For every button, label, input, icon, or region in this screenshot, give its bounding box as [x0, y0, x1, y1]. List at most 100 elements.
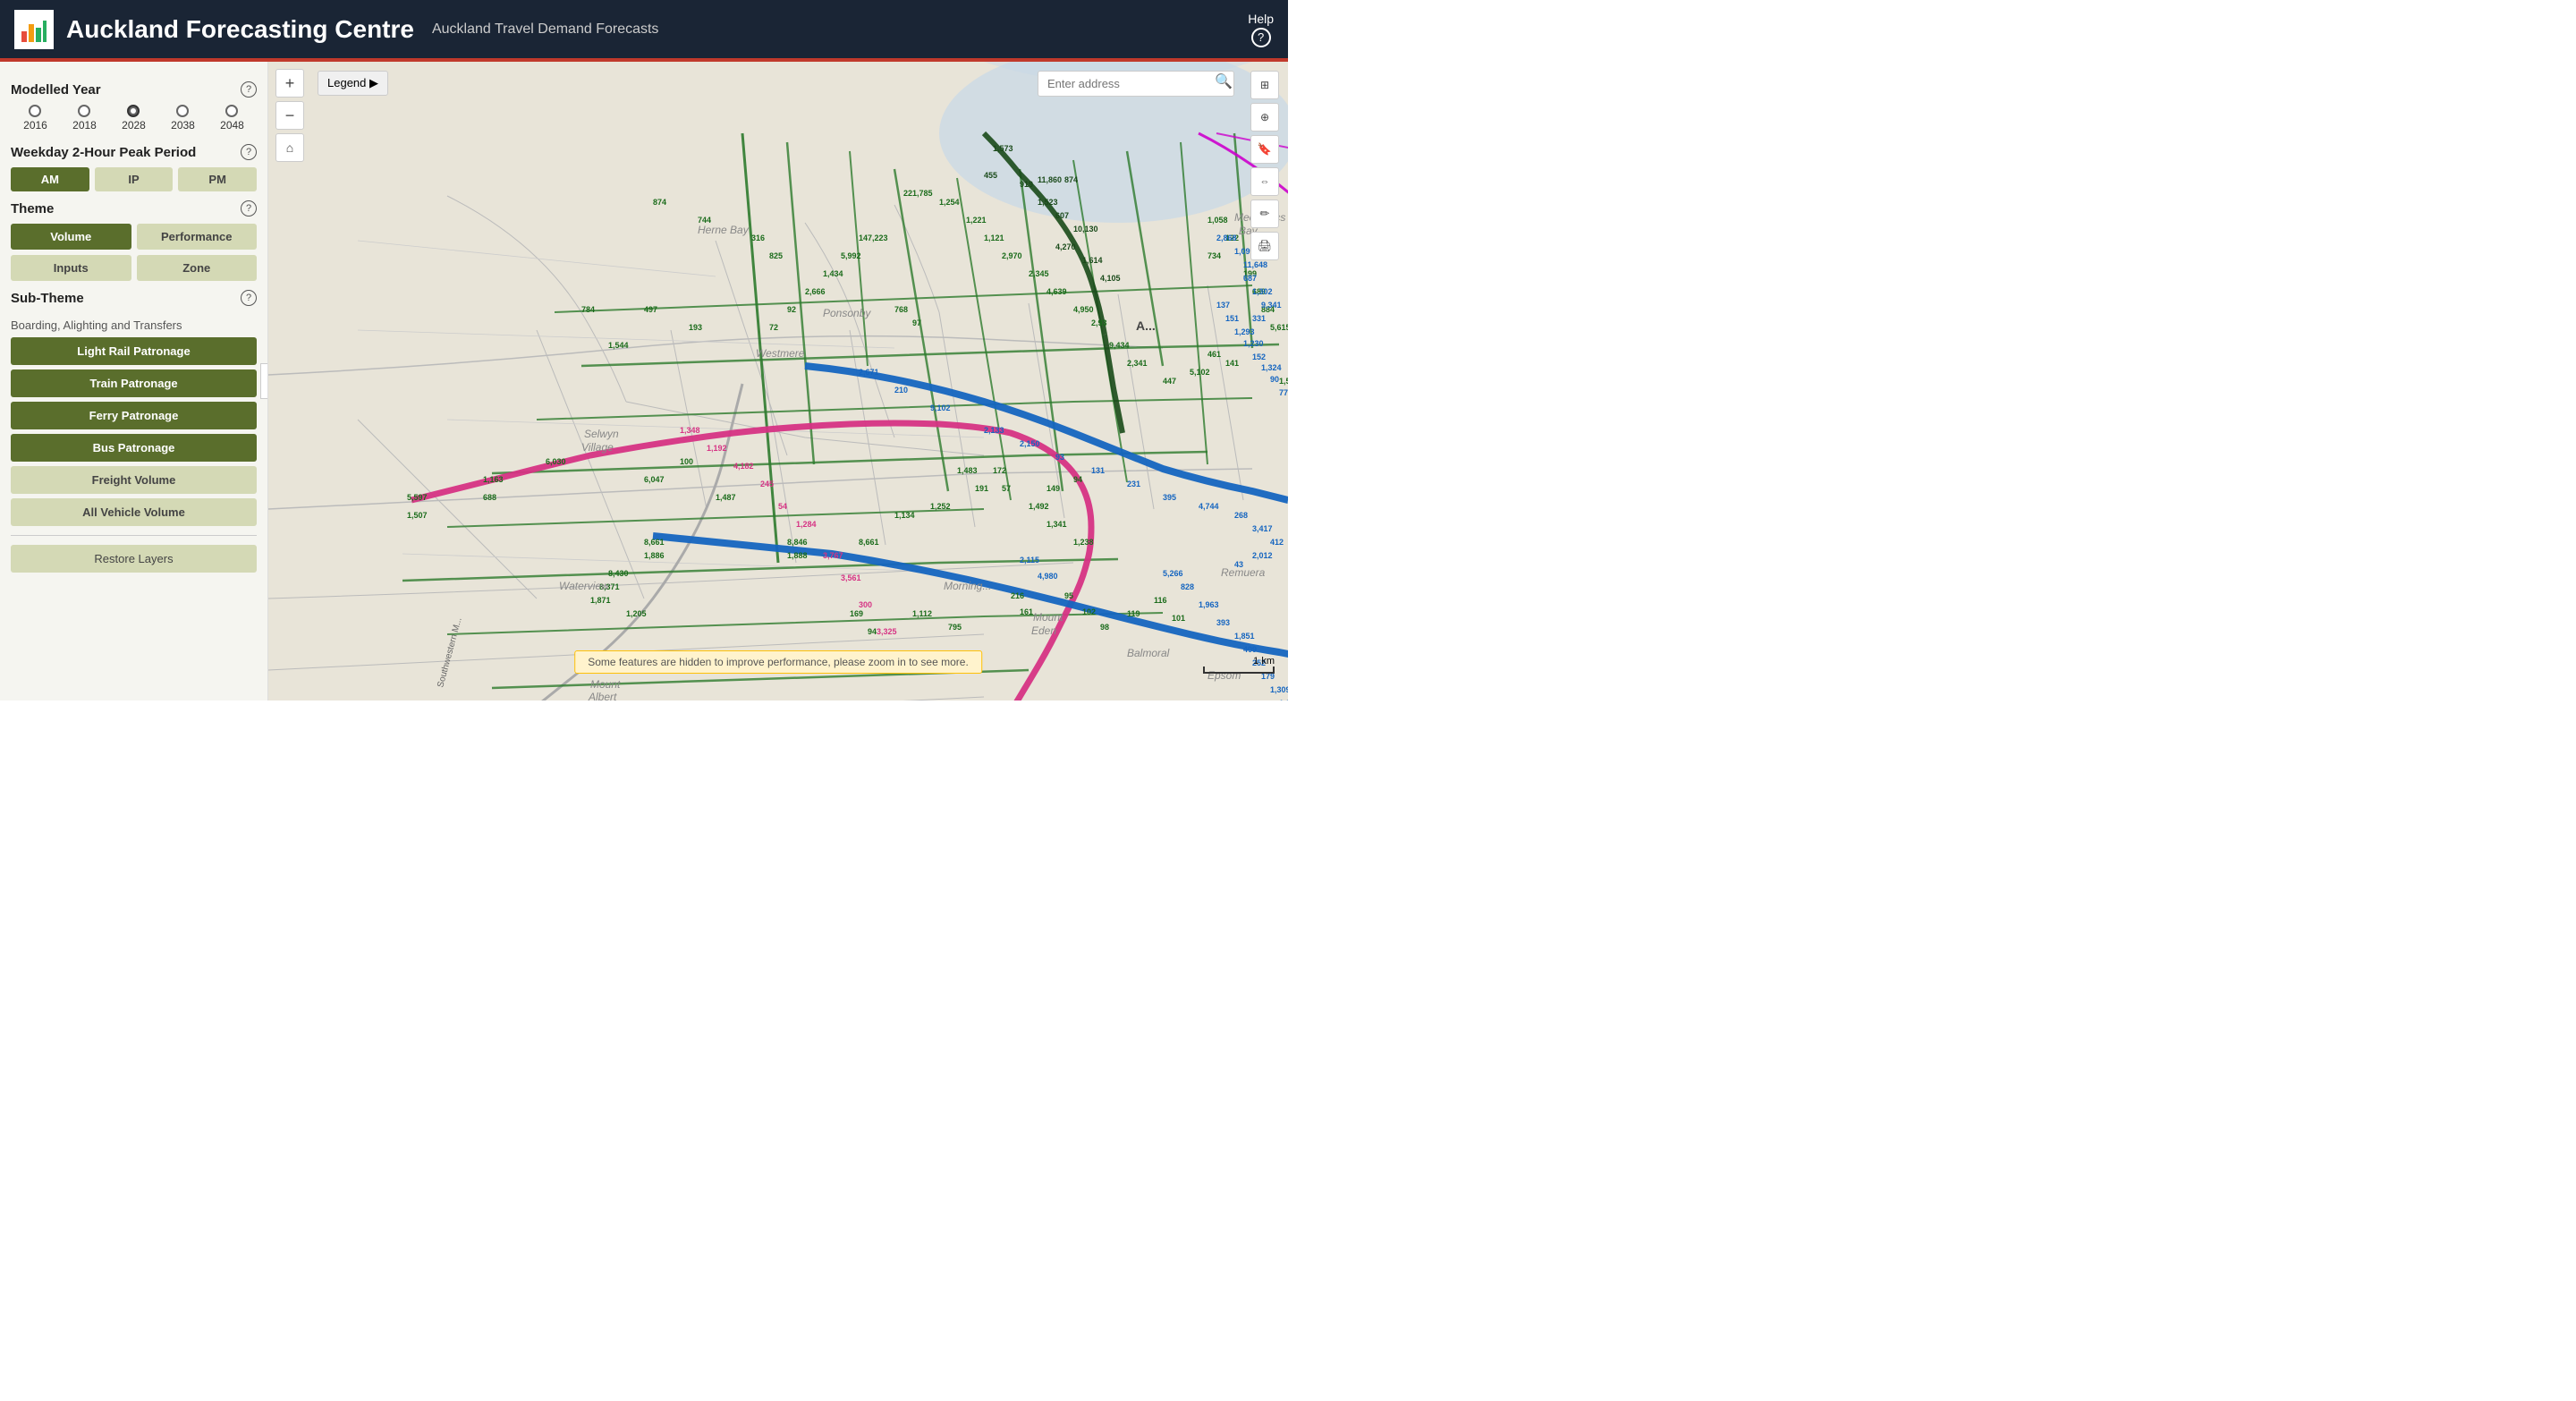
subtheme-help-icon[interactable]: ?: [241, 290, 257, 306]
sidebar: Modelled Year ? 2016 2018 2028 2038: [0, 62, 268, 700]
theme-section: Theme ?: [11, 200, 257, 217]
theme-selector: Volume Performance Inputs Zone: [11, 224, 257, 281]
svg-text:919: 919: [1020, 180, 1033, 189]
svg-text:210: 210: [894, 386, 908, 395]
svg-text:2,93: 2,93: [1091, 318, 1107, 327]
theme-zone-button[interactable]: Zone: [137, 255, 258, 281]
subtheme-train-button[interactable]: Train Patronage: [11, 369, 257, 397]
period-pm-button[interactable]: PM: [178, 167, 257, 191]
svg-text:1,348: 1,348: [680, 426, 700, 435]
svg-text:119: 119: [1127, 609, 1140, 618]
period-ip-button[interactable]: IP: [95, 167, 174, 191]
zoom-in-button[interactable]: +: [275, 69, 304, 98]
print-button[interactable]: 🖨: [1250, 232, 1279, 260]
sidebar-collapse-button[interactable]: ‹: [260, 363, 268, 399]
svg-text:1,434: 1,434: [823, 269, 843, 278]
layers-button[interactable]: ⊕: [1250, 103, 1279, 132]
app-subtitle: Auckland Travel Demand Forecasts: [432, 21, 658, 38]
map-controls: + − ⌂: [275, 69, 304, 162]
svg-text:5,266: 5,266: [1163, 569, 1183, 578]
theme-performance-button[interactable]: Performance: [137, 224, 258, 250]
svg-text:2,133: 2,133: [984, 426, 1004, 435]
zoom-out-button[interactable]: −: [275, 101, 304, 130]
map-container[interactable]: 784 1,544 6,030 5,597 1,507 1,163 688 6,…: [268, 62, 1288, 700]
svg-text:5,102: 5,102: [1190, 368, 1210, 377]
svg-text:Morning...: Morning...: [944, 580, 991, 592]
svg-text:149: 149: [1046, 484, 1060, 493]
year-2038-label: 2038: [171, 119, 195, 132]
year-2028-radio[interactable]: [127, 105, 140, 117]
svg-text:131: 131: [1091, 466, 1105, 475]
period-selector: AM IP PM: [11, 167, 257, 191]
svg-text:9,341: 9,341: [1261, 301, 1282, 310]
year-2028-label: 2028: [122, 119, 146, 132]
svg-text:1,163: 1,163: [483, 475, 504, 484]
subtheme-freight-button[interactable]: Freight Volume: [11, 466, 257, 494]
modelled-year-help-icon[interactable]: ?: [241, 81, 257, 98]
period-help-icon[interactable]: ?: [241, 144, 257, 160]
svg-text:Albert: Albert: [588, 691, 617, 700]
svg-text:607: 607: [1055, 211, 1069, 220]
svg-text:3,767: 3,767: [823, 551, 843, 560]
svg-text:141: 141: [1225, 359, 1239, 368]
theme-help-icon[interactable]: ?: [241, 200, 257, 217]
svg-text:1,121: 1,121: [984, 234, 1004, 242]
svg-text:Eden: Eden: [1031, 624, 1056, 637]
help-button[interactable]: Help ?: [1248, 12, 1274, 47]
main-layout: Modelled Year ? 2016 2018 2028 2038: [0, 62, 1288, 700]
svg-text:1,205: 1,205: [626, 609, 647, 618]
legend-button[interactable]: Legend ▶: [318, 71, 388, 96]
subtheme-bus-button[interactable]: Bus Patronage: [11, 434, 257, 462]
svg-text:11,648: 11,648: [1243, 260, 1267, 269]
svg-text:1,221: 1,221: [966, 216, 987, 225]
svg-text:100: 100: [680, 457, 693, 466]
svg-text:828: 828: [1181, 582, 1194, 591]
svg-text:2,150: 2,150: [1020, 439, 1040, 448]
svg-text:169: 169: [850, 609, 863, 618]
theme-volume-button[interactable]: Volume: [11, 224, 131, 250]
year-2016[interactable]: 2016: [23, 105, 47, 132]
svg-text:Ponsonby: Ponsonby: [823, 307, 871, 319]
scale-bar: 1 km: [1203, 656, 1275, 674]
year-2048-radio[interactable]: [225, 105, 238, 117]
year-2016-radio[interactable]: [29, 105, 41, 117]
svg-text:4,182: 4,182: [733, 462, 754, 471]
svg-text:Remuera: Remuera: [1221, 566, 1266, 579]
svg-text:172: 172: [993, 466, 1006, 475]
year-2038-radio[interactable]: [176, 105, 189, 117]
year-2018-radio[interactable]: [78, 105, 90, 117]
year-2048[interactable]: 2048: [220, 105, 244, 132]
svg-text:72: 72: [769, 323, 778, 332]
year-2028[interactable]: 2028: [122, 105, 146, 132]
subtheme-all-vehicle-button[interactable]: All Vehicle Volume: [11, 498, 257, 526]
svg-text:116: 116: [1154, 596, 1167, 605]
home-button[interactable]: ⌂: [275, 133, 304, 162]
svg-text:Mount: Mount: [1033, 611, 1063, 624]
restore-layers-button[interactable]: Restore Layers: [11, 545, 257, 573]
subtheme-header: Boarding, Alighting and Transfers: [11, 313, 257, 337]
help-icon: ?: [1251, 28, 1271, 47]
svg-text:1,483: 1,483: [957, 466, 978, 475]
svg-text:221,785: 221,785: [903, 189, 933, 198]
svg-text:152: 152: [1252, 352, 1266, 361]
theme-inputs-button[interactable]: Inputs: [11, 255, 131, 281]
grid-view-button[interactable]: ⊞: [1250, 71, 1279, 99]
bookmark-button[interactable]: 🔖: [1250, 135, 1279, 164]
svg-text:2,012: 2,012: [1252, 551, 1273, 560]
subtheme-light-rail-button[interactable]: Light Rail Patronage: [11, 337, 257, 365]
period-am-button[interactable]: AM: [11, 167, 89, 191]
svg-text:1,284: 1,284: [796, 520, 817, 529]
edit-button[interactable]: ✏: [1250, 200, 1279, 228]
modelled-year-label: Modelled Year: [11, 82, 101, 98]
subtheme-section: Sub-Theme ?: [11, 290, 257, 306]
map-svg: 784 1,544 6,030 5,597 1,507 1,163 688 6,…: [268, 62, 1288, 700]
subtheme-ferry-button[interactable]: Ferry Patronage: [11, 402, 257, 429]
year-2038[interactable]: 2038: [171, 105, 195, 132]
year-2018[interactable]: 2018: [72, 105, 97, 132]
svg-text:1,341: 1,341: [1046, 520, 1067, 529]
address-search-input[interactable]: [1038, 71, 1234, 97]
svg-text:5,615: 5,615: [1270, 323, 1288, 332]
expand-button[interactable]: ⇔: [1250, 167, 1279, 196]
svg-text:1,963: 1,963: [1199, 600, 1219, 609]
svg-text:2,666: 2,666: [805, 287, 826, 296]
